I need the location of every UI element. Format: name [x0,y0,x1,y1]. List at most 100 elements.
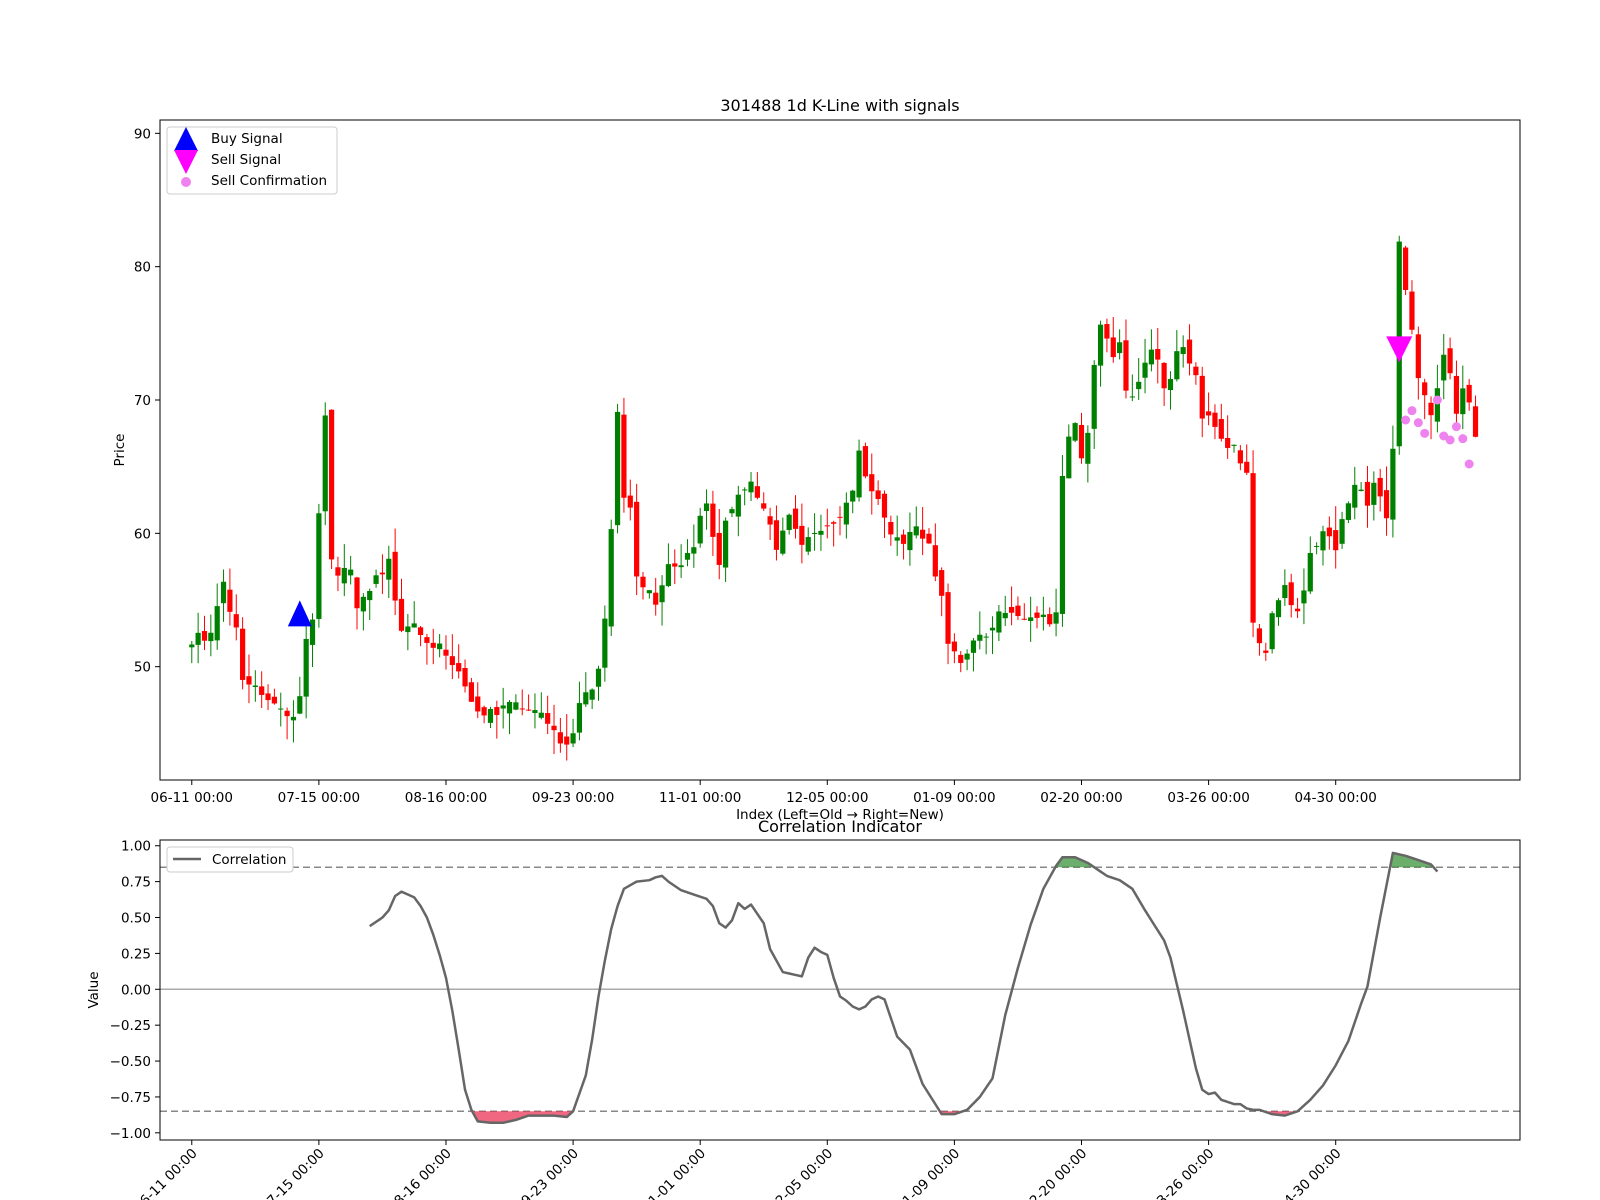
candle-body [1066,436,1072,479]
candle-body [1199,375,1205,419]
candle-body [1097,324,1104,366]
candle-body [233,614,239,628]
candle-body [799,525,805,545]
corr-x-tick-label: 02-20 00:00 [1021,1146,1091,1200]
candle-body [309,619,316,645]
candle-body [195,632,201,645]
candle-body [926,533,932,544]
candle-body [424,637,430,643]
candle-body [583,692,589,705]
candle-body [602,618,608,668]
candle-body [1447,348,1453,374]
candle-body [672,563,678,567]
price-plot-area [160,120,1520,780]
candle-body [1275,600,1282,618]
candle-body [723,520,729,568]
correlation-chart: −1.00 −0.75 −0.50 −0.25 0.00 0.25 0.50 0.75 1.00… [86,817,1521,1200]
corr-x-ticks: 06-11 00:00 07-15 00:00 08-16 00:00 09-23 0… [131,1140,1345,1200]
corr-y-tick-label: 1.00 [121,839,151,855]
candle-body [1034,612,1040,618]
candle-body [589,689,595,700]
candle-body [996,611,1002,633]
candle-body [850,490,856,502]
corr-x-tick-label: 08-16 00:00 [385,1146,455,1200]
corr-y-axis-label: Value [86,971,102,1008]
candle-body [856,450,862,498]
candle-body [1307,552,1313,592]
price-chart-title: 301488 1d K-Line with signals [720,96,959,115]
candle-body [1078,424,1085,459]
candle-body [386,558,392,580]
sell-confirmation-marker [1413,418,1423,428]
corr-x-tick-label: 11-01 00:00 [639,1146,709,1200]
candle-body [189,644,195,648]
candle-body [316,513,322,619]
candle-body [1434,388,1440,422]
candle-body [634,501,640,577]
corr-y-tick-label: 0.25 [121,946,151,962]
candle-body [1117,342,1123,354]
candle-body [360,596,366,612]
candle-body [557,732,563,744]
candle-body [417,627,424,636]
candle-body [214,606,220,641]
candle-body [1403,247,1409,290]
candle-body [1040,614,1046,617]
candle-body [227,589,233,612]
candle-body [729,509,735,514]
corr-x-tick-label: 12-05 00:00 [767,1146,837,1200]
candle-body [220,581,227,604]
candle-body [640,576,646,588]
candle-body [481,707,487,716]
candle-body [259,686,265,695]
price-x-tick-label: 03-26 00:00 [1167,790,1249,806]
corr-chart-title: Correlation Indicator [758,817,922,836]
candle-body [716,532,722,565]
candle-body [977,634,983,641]
sell-confirmation-marker [1464,459,1474,469]
candle-body [576,703,583,733]
candle-body [1352,484,1358,508]
candle-body [1333,530,1339,551]
candle-body [328,409,335,560]
corr-x-tick-label: 01-09 00:00 [894,1146,964,1200]
candle-body [487,708,494,723]
candle-body [1466,384,1472,403]
candle-body [1256,628,1263,644]
candle-body [1358,489,1364,491]
candle-body [748,481,754,493]
candle-body [1212,412,1218,427]
candle-body [246,676,252,685]
candle-body [1250,473,1256,623]
candle-body [862,446,869,477]
candle-body [786,514,792,530]
candle-body [989,627,996,631]
candle-body [608,529,614,627]
candle-body [475,696,481,712]
candle-body [1021,618,1027,620]
corr-x-tick-label: 09-23 00:00 [512,1146,582,1200]
sell-confirmation-marker [1445,435,1455,445]
price-y-ticks: 50 60 70 80 90 [134,126,160,676]
candle-body [773,520,780,550]
candle-body [614,411,621,526]
candle-body [1377,477,1383,497]
price-x-tick-label: 07-15 00:00 [278,790,360,806]
candle-body [684,553,691,560]
candle-body [818,530,824,535]
price-x-tick-label: 09-23 00:00 [532,790,614,806]
candle-body [1161,362,1167,389]
candle-body [932,545,938,577]
price-legend: Buy Signal Sell Signal Sell Confirmation [166,126,338,195]
candle-body [1028,617,1034,621]
candle-body [665,564,672,587]
candle-body [500,705,506,709]
sell-confirmation-legend-label: Sell Confirmation [211,173,327,189]
candle-body [1345,503,1352,520]
price-y-tick-label: 90 [134,126,151,142]
candle-body [824,525,830,527]
candle-body [1072,423,1078,441]
candle-body [945,592,951,644]
candle-body [335,567,341,576]
candle-body [271,696,277,704]
